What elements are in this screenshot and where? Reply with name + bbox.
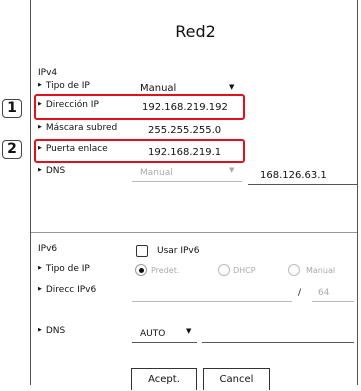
ipv6-dns-mode-select[interactable]: AUTO — [140, 329, 165, 339]
bullet-triangle-icon: ▶ — [38, 81, 42, 88]
ipv4-gateway-label: ▶ Puerta enlace — [38, 144, 108, 154]
dropdown-caret-icon[interactable]: ▼ — [229, 83, 234, 91]
ipv4-dns-mode-select[interactable]: Manual — [140, 168, 173, 178]
radio-manual-label: Manual — [306, 266, 336, 275]
dialog-left-border — [30, 0, 31, 385]
radio-dhcp[interactable] — [218, 264, 230, 276]
use-ipv6-checkbox[interactable] — [136, 245, 148, 257]
bullet-triangle-icon: ▶ — [38, 326, 42, 333]
ipv6-prefix-underline — [312, 301, 354, 302]
ipv4-subnet-mask-label: ▶ Máscara subred — [38, 123, 118, 133]
ipv6-dns-label: ▶ DNS — [38, 326, 66, 336]
use-ipv6-label: Usar IPv6 — [157, 246, 200, 256]
dropdown-caret-icon[interactable]: ▼ — [186, 327, 191, 335]
bullet-triangle-icon: ▶ — [38, 100, 42, 107]
ipv4-ip-address-label: ▶ Dirección IP — [38, 100, 99, 110]
dialog-right-border — [357, 0, 358, 385]
accept-button[interactable]: Acept. — [131, 368, 197, 390]
ipv6-prefix-input[interactable]: 64 — [318, 288, 329, 298]
ipv4-ip-address-input[interactable]: 192.168.219.192 — [142, 102, 228, 113]
section-divider — [31, 232, 357, 233]
ipv4-dns-label: ▶ DNS — [38, 166, 66, 176]
ipv4-ip-type-label: ▶ Tipo de IP — [38, 81, 90, 91]
callout-1: 1 — [2, 99, 22, 118]
callout-2: 2 — [2, 140, 22, 159]
dropdown-caret-icon[interactable]: ▼ — [229, 166, 234, 174]
ipv4-section-label: IPv4 — [38, 68, 58, 78]
radio-predet[interactable] — [135, 264, 147, 276]
ipv6-ip-type-label: ▶ Tipo de IP — [38, 264, 90, 274]
ipv4-gateway-input[interactable]: 192.168.219.1 — [148, 147, 221, 158]
ipv6-prefix-slash: / — [298, 288, 302, 298]
radio-dhcp-label: DHCP — [233, 266, 256, 275]
ipv6-dns-underline — [202, 342, 354, 343]
dialog-title: Red2 — [175, 22, 216, 41]
bullet-triangle-icon: ▶ — [38, 166, 42, 173]
bullet-triangle-icon: ▶ — [38, 285, 42, 292]
ipv4-dns-mode-underline — [132, 181, 242, 182]
ipv6-address-underline — [132, 301, 292, 302]
ipv6-dns-mode-underline — [132, 342, 197, 343]
bullet-triangle-icon: ▶ — [38, 144, 42, 151]
radio-manual[interactable] — [288, 264, 300, 276]
ipv6-address-label: ▶ Direcc IPv6 — [38, 285, 97, 295]
bullet-triangle-icon: ▶ — [38, 264, 42, 271]
ipv4-dns-input[interactable]: 168.126.63.1 — [260, 170, 327, 181]
ipv4-ip-type-select[interactable]: Manual — [140, 83, 176, 94]
cancel-button[interactable]: Cancel — [203, 368, 270, 390]
ipv4-dns-underline — [248, 184, 358, 185]
ipv4-subnet-mask-input[interactable]: 255.255.255.0 — [148, 125, 221, 136]
ipv6-section-label: IPv6 — [38, 244, 58, 254]
bullet-triangle-icon: ▶ — [38, 123, 42, 130]
radio-predet-label: Predet. — [151, 266, 180, 275]
